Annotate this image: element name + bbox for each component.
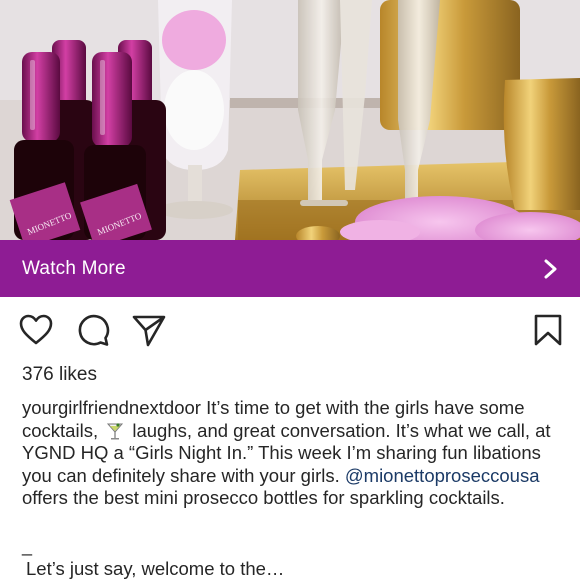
cocktail-glass-icon	[107, 422, 124, 439]
comment-button[interactable]	[75, 312, 111, 348]
share-button[interactable]	[131, 312, 167, 348]
party-photo-illustration: MIONETTO MIONETTO	[0, 0, 580, 240]
username-link[interactable]: yourgirlfriendnextdoor	[22, 397, 201, 418]
save-button[interactable]	[530, 312, 566, 348]
post-photo[interactable]: MIONETTO MIONETTO	[0, 0, 580, 240]
comment-icon	[78, 314, 110, 346]
caption-more-text[interactable]: Let’s just say, welcome to the…	[26, 558, 284, 580]
watch-more-label: Watch More	[22, 257, 126, 279]
caption-separator: _	[22, 536, 33, 556]
heart-icon	[19, 314, 53, 345]
watch-more-button[interactable]: Watch More	[0, 240, 580, 297]
post-caption: yourgirlfriendnextdoor It’s time to get …	[22, 397, 562, 510]
bookmark-icon	[534, 314, 562, 346]
post-actions-bar	[0, 297, 580, 361]
mention-link[interactable]: @mionettoproseccousa	[345, 465, 540, 486]
caption-text-3: offers the best mini prosecco bottles fo…	[22, 487, 505, 508]
paper-plane-icon	[132, 315, 166, 347]
chevron-right-icon	[544, 259, 557, 278]
likes-count[interactable]: 376 likes	[22, 364, 97, 386]
like-button[interactable]	[18, 312, 54, 348]
